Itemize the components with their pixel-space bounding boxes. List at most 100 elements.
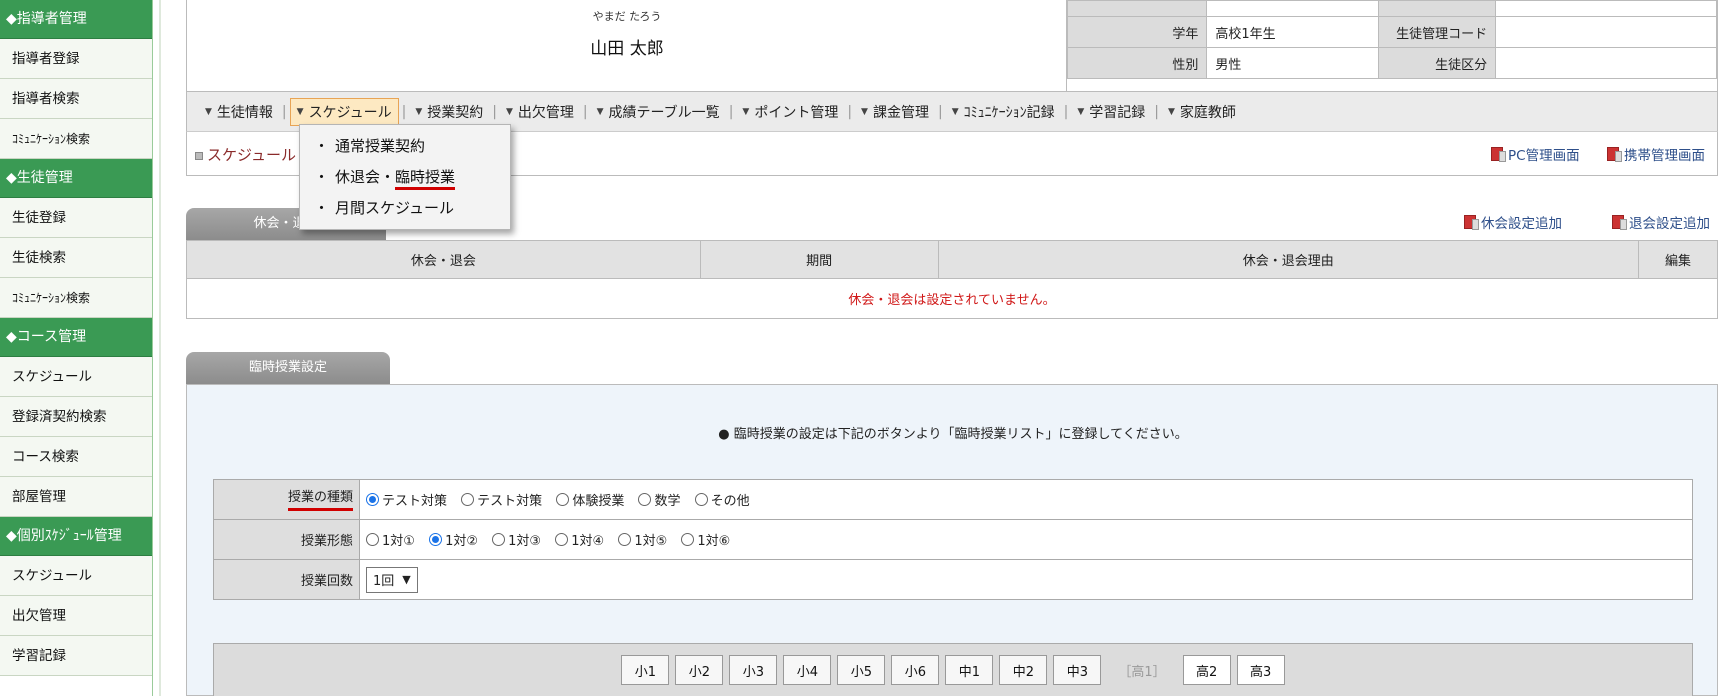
grade-button-e1[interactable]: 小1 [621, 655, 670, 685]
menu-separator: | [847, 103, 853, 120]
chevron-down-icon: ▼ [951, 106, 959, 117]
sidebar-header-student: ◆生徒管理 [0, 159, 152, 198]
menu-lesson-contract[interactable]: ▼ 授業契約 [409, 98, 489, 126]
menu-study-record[interactable]: ▼ 学習記録 [1071, 98, 1151, 126]
dropdown-label: 月間スケジュール [335, 199, 454, 217]
grade-button-e5[interactable]: 小5 [837, 655, 886, 685]
add-suspension-label: 休会設定追加 [1481, 216, 1562, 232]
menu-separator: | [582, 103, 588, 120]
sidebar-item-instructor-search[interactable]: 指導者検索 [0, 79, 152, 119]
student-category-value [1495, 47, 1717, 79]
lesson-form-radio[interactable]: 1対⑥ [681, 530, 730, 549]
lesson-form-radio[interactable]: 1対③ [492, 530, 541, 549]
sidebar-item-study-record[interactable]: 学習記録 [0, 636, 152, 676]
menu-separator: | [937, 103, 943, 120]
lesson-form-radio[interactable]: 1対① [366, 530, 415, 549]
info-blank-label [1066, 0, 1208, 17]
add-withdrawal-link[interactable]: 退会設定追加 [1612, 212, 1710, 232]
radio-label: 体験授業 [572, 493, 625, 509]
sidebar-divider [159, 0, 161, 696]
radio-label: 1対① [382, 533, 415, 549]
radio-label: 1対④ [571, 533, 605, 549]
sidebar-item-course-schedule[interactable]: スケジュール [0, 357, 152, 397]
menu-communication-log[interactable]: ▼ ｺﾐｭﾆｹｰｼｮﾝ記録 [946, 98, 1061, 126]
lesson-type-radio[interactable]: その他 [694, 490, 750, 509]
sidebar-item-course-search[interactable]: コース検索 [0, 437, 152, 477]
gender-label: 性別 [1066, 47, 1208, 79]
bullet-icon: ・ [314, 137, 330, 155]
lesson-type-radio[interactable]: 数学 [638, 490, 680, 509]
mobile-admin-link[interactable]: 携帯管理画面 [1607, 144, 1705, 164]
grade-button-e6[interactable]: 小6 [891, 655, 940, 685]
menu-points[interactable]: ▼ ポイント管理 [736, 98, 844, 126]
radio-label: 1対③ [508, 533, 542, 549]
lesson-type-radio[interactable]: 体験授業 [556, 490, 624, 509]
dropdown-item-monthly-schedule[interactable]: ・月間スケジュール [300, 193, 510, 224]
sidebar-item-attendance[interactable]: 出欠管理 [0, 596, 152, 636]
document-icon [1612, 215, 1627, 230]
grade-button-j3[interactable]: 中3 [1053, 655, 1102, 685]
menu-label: 家庭教師 [1179, 104, 1236, 121]
lesson-form-label: 授業形態 [213, 519, 360, 560]
menu-label: 学習記録 [1089, 104, 1146, 121]
menu-schedule[interactable]: ▼ スケジュール [289, 97, 399, 126]
grade-button-e3[interactable]: 小3 [729, 655, 778, 685]
sidebar: ◆指導者管理 指導者登録 指導者検索 ｺﾐｭﾆｹｰｼｮﾝ検索 ◆生徒管理 生徒登… [0, 0, 153, 696]
menu-label: 成績テーブル一覧 [608, 104, 720, 121]
menu-tutor[interactable]: ▼ 家庭教師 [1162, 98, 1242, 126]
lesson-type-radio[interactable]: テスト対策 [366, 490, 447, 509]
empty-message: 休会・退会は設定されていません。 [186, 278, 1718, 319]
sidebar-header-individual-schedule: ◆個別ｽｹｼﾞｭｰﾙ管理 [0, 517, 152, 556]
bullet-icon: ・ [314, 199, 330, 217]
student-category-label: 生徒区分 [1377, 47, 1497, 79]
suspension-table: 休会・退会 期間 休会・退会理由 編集 休会・退会は設定されていません。 [186, 240, 1718, 319]
lesson-count-select[interactable]: 1回 ▼ [366, 566, 418, 593]
grade-button-j1[interactable]: 中1 [945, 655, 994, 685]
student-profile: やまだ たろう 山田 太郎 学年 高校1年生 生徒管理コード 性別 男性 生徒区… [186, 0, 1718, 92]
lesson-count-label: 授業回数 [213, 559, 360, 600]
lesson-form-radio[interactable]: 1対④ [555, 530, 604, 549]
bullet-icon: ・ [314, 168, 330, 186]
chevron-down-icon: ▼ [505, 106, 513, 117]
grade-button-j2[interactable]: 中2 [999, 655, 1048, 685]
menu-student-info[interactable]: ▼ 生徒情報 [199, 98, 279, 126]
radio-icon [694, 492, 708, 506]
radio-icon [638, 492, 652, 506]
lesson-form-options: 1対① 1対② 1対③ 1対④ 1対⑤ 1対⑥ [359, 519, 1693, 560]
sidebar-item-room-management[interactable]: 部屋管理 [0, 477, 152, 517]
grade-button-h2[interactable]: 高2 [1182, 655, 1231, 685]
temporary-lesson-panel: ● 臨時授業の設定は下記のボタンより「臨時授業リスト」に登録してください。 授業… [186, 384, 1718, 696]
menu-separator: | [728, 103, 734, 120]
radio-icon [555, 532, 569, 546]
sidebar-item-individual-schedule[interactable]: スケジュール [0, 556, 152, 596]
sidebar-item-instructor-register[interactable]: 指導者登録 [0, 39, 152, 79]
pc-admin-link[interactable]: PC管理画面 [1491, 144, 1580, 164]
dropdown-item-suspension-temporary[interactable]: ・休退会・臨時授業 [300, 162, 510, 193]
menu-attendance[interactable]: ▼ 出欠管理 [500, 98, 580, 126]
lesson-form-radio[interactable]: 1対⑤ [618, 530, 667, 549]
col-header-edit: 編集 [1638, 240, 1718, 279]
sidebar-item-student-comm-search[interactable]: ｺﾐｭﾆｹｰｼｮﾝ検索 [0, 278, 152, 318]
document-icon [1607, 147, 1622, 162]
grade-button-h3[interactable]: 高3 [1236, 655, 1285, 685]
lesson-form-radio[interactable]: 1対② [429, 530, 478, 549]
menu-billing[interactable]: ▼ 課金管理 [855, 98, 935, 126]
dropdown-item-regular-contract[interactable]: ・通常授業契約 [300, 131, 510, 162]
sidebar-item-student-register[interactable]: 生徒登録 [0, 198, 152, 238]
radio-icon [429, 532, 443, 546]
menu-grade-table[interactable]: ▼ 成績テーブル一覧 [591, 98, 726, 126]
sidebar-item-instructor-comm-search[interactable]: ｺﾐｭﾆｹｰｼｮﾝ検索 [0, 119, 152, 159]
student-info-table: 学年 高校1年生 生徒管理コード 性別 男性 生徒区分 [1066, 0, 1717, 79]
col-header-status: 休会・退会 [186, 240, 701, 279]
radio-icon [681, 532, 695, 546]
col-header-period: 期間 [699, 240, 939, 279]
lesson-type-radio[interactable]: テスト対策 [461, 490, 542, 509]
grade-button-e2[interactable]: 小2 [675, 655, 724, 685]
sidebar-item-contract-search[interactable]: 登録済契約検索 [0, 397, 152, 437]
chevron-down-icon: ▼ [742, 106, 750, 117]
grade-button-e4[interactable]: 小4 [783, 655, 832, 685]
radio-icon [492, 532, 506, 546]
sidebar-item-student-search[interactable]: 生徒検索 [0, 238, 152, 278]
grade-button-h1-current: ［高1］ [1118, 664, 1166, 680]
add-suspension-link[interactable]: 休会設定追加 [1464, 212, 1562, 232]
